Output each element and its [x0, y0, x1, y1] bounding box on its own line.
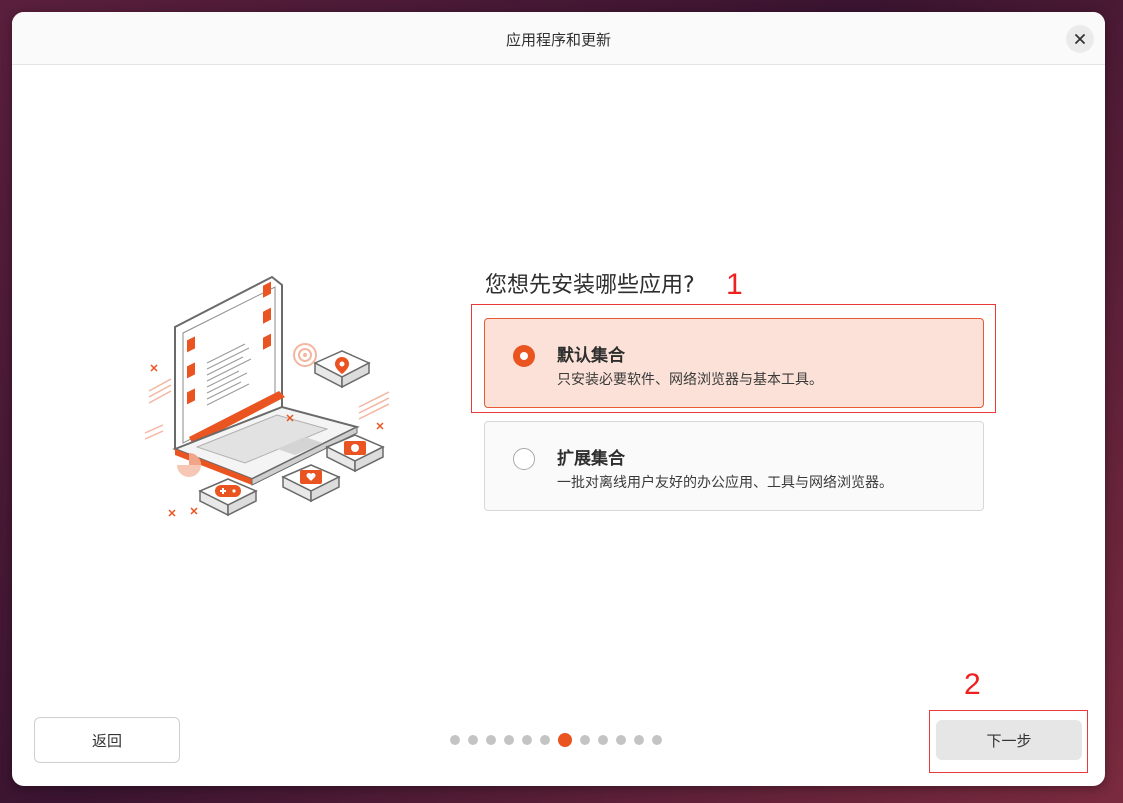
page-heading: 您想先安装哪些应用? [485, 273, 695, 298]
option-default-collection[interactable]: 默认集合 只安装必要软件、网络浏览器与基本工具。 [484, 318, 984, 408]
map-pin-icon [313, 350, 371, 389]
page-dot [468, 735, 478, 745]
page-dot [634, 735, 644, 745]
page-indicator [450, 733, 662, 747]
option-description: 一批对离线用户友好的办公应用、工具与网络浏览器。 [557, 475, 893, 491]
page-dot [616, 735, 626, 745]
dialog-window: 应用程序和更新 您想先安装哪些应用? 默认集合 只安装必要软件、网络浏览器与基本… [12, 12, 1105, 786]
annotation-label-1: 1 [726, 268, 743, 301]
option-title: 默认集合 [557, 346, 625, 366]
gamepad-icon [198, 478, 258, 517]
page-dot [450, 735, 460, 745]
radio-unselected[interactable] [513, 448, 535, 470]
page-dot-active [558, 733, 572, 747]
page-dot [652, 735, 662, 745]
close-button[interactable] [1066, 25, 1094, 53]
titlebar: 应用程序和更新 [12, 12, 1105, 65]
page-dot [522, 735, 532, 745]
annotation-label-2: 2 [964, 668, 981, 701]
next-button[interactable]: 下一步 [936, 720, 1082, 760]
page-dot [580, 735, 590, 745]
laptop-apps-illustration [144, 275, 390, 517]
radio-selected[interactable] [513, 345, 535, 367]
option-title: 扩展集合 [557, 449, 625, 469]
page-dot [598, 735, 608, 745]
option-extended-collection[interactable]: 扩展集合 一批对离线用户友好的办公应用、工具与网络浏览器。 [484, 421, 984, 511]
close-icon [1075, 34, 1085, 44]
back-button[interactable]: 返回 [34, 717, 180, 763]
page-dot [486, 735, 496, 745]
heart-icon [281, 464, 341, 503]
option-description: 只安装必要软件、网络浏览器与基本工具。 [557, 372, 823, 388]
window-title: 应用程序和更新 [505, 31, 611, 49]
page-dot [540, 735, 550, 745]
page-dot [504, 735, 514, 745]
